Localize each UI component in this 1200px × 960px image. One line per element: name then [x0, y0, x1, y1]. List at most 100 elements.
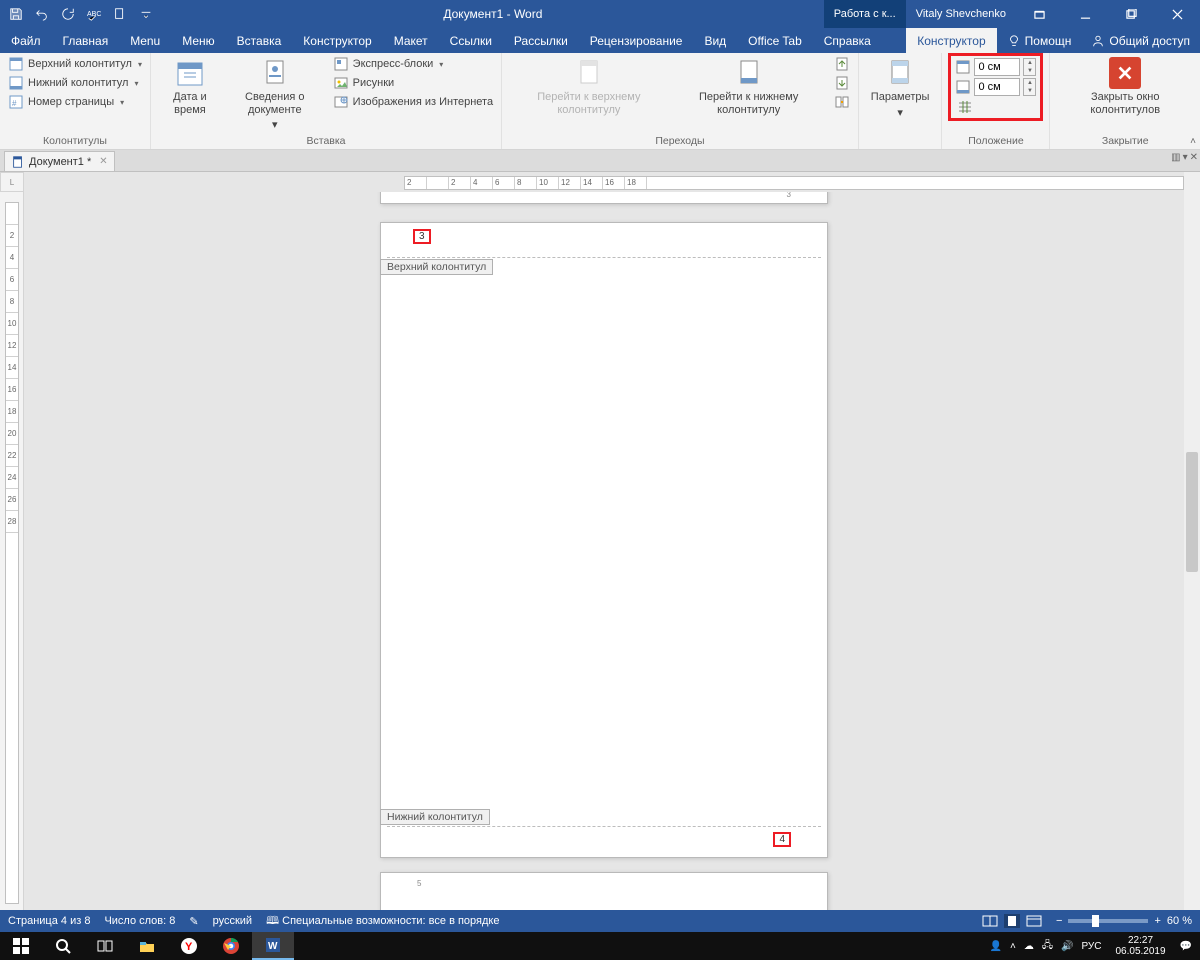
group-insert: Дата и время Сведения о документе▾ Экспр…	[151, 53, 502, 149]
horizontal-ruler[interactable]: L 224681012141618	[0, 172, 1184, 192]
spelling-icon[interactable]: ABC	[84, 4, 104, 24]
status-language[interactable]: русский	[213, 915, 252, 927]
status-page[interactable]: Страница 4 из 8	[8, 915, 90, 927]
tab-mailings[interactable]: Рассылки	[503, 28, 579, 53]
tell-me-label: Помощн	[1025, 34, 1072, 48]
vertical-scrollbar[interactable]	[1184, 172, 1200, 914]
editor-area: L 224681012141618 2468101214161820222426…	[0, 172, 1200, 914]
tab-insert[interactable]: Вставка	[226, 28, 293, 53]
tab-office[interactable]: Office Tab	[737, 28, 813, 53]
pictures-button[interactable]: Рисунки	[331, 74, 495, 92]
tray-clock[interactable]: 22:2706.05.2019	[1109, 935, 1171, 957]
ribbon-display-icon[interactable]	[1016, 0, 1062, 28]
user-name[interactable]: Vitaly Shevchenko	[906, 8, 1016, 20]
ribbon: Верхний колонтитул▾ Нижний колонтитул▾ #…	[0, 53, 1200, 150]
header-button[interactable]: Верхний колонтитул▾	[6, 55, 144, 73]
svg-text:Y: Y	[185, 941, 193, 953]
qat-more-icon[interactable]	[136, 4, 156, 24]
scrollbar-thumb[interactable]	[1186, 452, 1198, 572]
tab-view[interactable]: Вид	[693, 28, 737, 53]
footer-tag: Нижний колонтитул	[380, 809, 490, 825]
next-section-button[interactable]	[832, 74, 852, 92]
tab-design[interactable]: Конструктор	[292, 28, 382, 53]
tray-onedrive-icon[interactable]: ☁	[1024, 941, 1034, 952]
explorer-icon[interactable]	[126, 932, 168, 960]
prev-section-button[interactable]	[832, 55, 852, 73]
online-pictures-button[interactable]: Изображения из Интернета	[331, 93, 495, 111]
zoom-in-icon[interactable]: +	[1154, 915, 1160, 927]
page-next: 5	[380, 872, 828, 914]
page-canvas[interactable]: ……… 3 3 Верхний колонтитул Нижний колонт…	[24, 192, 1184, 914]
undo-icon[interactable]	[32, 4, 52, 24]
start-icon[interactable]	[0, 932, 42, 960]
go-to-header-button: Перейти к верхнему колонтитулу	[508, 55, 670, 133]
tab-file[interactable]: Файл	[0, 28, 52, 53]
footer-from-bottom[interactable]: ▲▼	[955, 78, 1036, 96]
header-from-top-input[interactable]	[974, 58, 1020, 76]
page-number-button[interactable]: #Номер страницы▾	[6, 93, 144, 111]
share-button[interactable]: Общий доступ	[1081, 28, 1200, 53]
tab-hf-design[interactable]: Конструктор	[906, 28, 996, 53]
proofing-icon[interactable]: ✎	[189, 915, 198, 928]
close-tab-icon[interactable]: ✕	[99, 156, 107, 167]
tray-network-icon[interactable]: 🖧	[1042, 938, 1053, 955]
tray-people-icon[interactable]: 👤	[990, 941, 1002, 952]
insert-align-tab-button[interactable]	[955, 98, 1036, 116]
quick-parts-button[interactable]: Экспресс-блоки▾	[331, 55, 495, 73]
tray-notifications-icon[interactable]: 💬	[1180, 941, 1192, 952]
view-buttons[interactable]	[982, 914, 1042, 928]
footer-button[interactable]: Нижний колонтитул▾	[6, 74, 144, 92]
status-words[interactable]: Число слов: 8	[104, 915, 175, 927]
options-button[interactable]: Параметры▾	[865, 55, 936, 133]
tell-me[interactable]: Помощн	[997, 28, 1082, 53]
tabs-dropdown-icon[interactable]: ▾	[1183, 152, 1188, 163]
tray-lang[interactable]: РУС	[1081, 941, 1101, 952]
maximize-icon[interactable]	[1108, 0, 1154, 28]
go-to-footer-button[interactable]: Перейти к нижнему колонтитулу	[670, 55, 828, 133]
header-from-top[interactable]: ▲▼	[955, 58, 1036, 76]
chrome-icon[interactable]	[210, 932, 252, 960]
tab-menu1[interactable]: Menu	[119, 28, 171, 53]
search-icon[interactable]	[42, 932, 84, 960]
tab-menu2[interactable]: Меню	[171, 28, 225, 53]
new-doc-icon[interactable]: ▥	[1171, 152, 1180, 163]
spinner-arrows[interactable]: ▲▼	[1023, 58, 1036, 76]
collapse-ribbon-icon[interactable]: ˄	[1190, 136, 1196, 147]
link-previous-button[interactable]	[832, 93, 852, 111]
vertical-ruler[interactable]: 246810121416182022242628	[0, 192, 24, 914]
zoom-slider[interactable]	[1068, 919, 1148, 923]
spinner-arrows[interactable]: ▲▼	[1023, 78, 1036, 96]
tab-home[interactable]: Главная	[52, 28, 120, 53]
zoom-control[interactable]: − + 60 %	[1056, 915, 1192, 927]
word-icon[interactable]: W	[252, 932, 294, 960]
titlebar: ABC Документ1 - Word Работа с к... Vital…	[0, 0, 1200, 28]
document-tabs: Документ1 * ✕ ▥ ▾ ✕	[0, 150, 1200, 172]
close-icon[interactable]	[1154, 0, 1200, 28]
tray-up-icon[interactable]: ˄	[1010, 941, 1016, 952]
tab-layout[interactable]: Макет	[383, 28, 439, 53]
contextual-tab-header[interactable]: Работа с к...	[824, 0, 906, 28]
tray-volume-icon[interactable]: 🔊	[1061, 941, 1073, 952]
print-layout-icon	[1004, 914, 1020, 928]
tab-references[interactable]: Ссылки	[439, 28, 503, 53]
task-view-icon[interactable]	[84, 932, 126, 960]
close-header-footer-button[interactable]: Закрыть окно колонтитулов	[1056, 55, 1194, 133]
zoom-out-icon[interactable]: −	[1056, 915, 1062, 927]
doc-info-button[interactable]: Сведения о документе▾	[223, 55, 327, 133]
footer-from-bottom-input[interactable]	[974, 78, 1020, 96]
new-icon[interactable]	[110, 4, 130, 24]
tab-review[interactable]: Рецензирование	[579, 28, 694, 53]
zoom-value[interactable]: 60 %	[1167, 915, 1192, 927]
redo-icon[interactable]	[58, 4, 78, 24]
save-icon[interactable]	[6, 4, 26, 24]
status-a11y[interactable]: 🕮 Специальные возможности: все в порядке	[266, 912, 499, 931]
tab-help[interactable]: Справка	[813, 28, 882, 53]
ruler-corner[interactable]: L	[0, 172, 24, 192]
tabs-close-icon[interactable]: ✕	[1190, 152, 1198, 163]
yandex-icon[interactable]: Y	[168, 932, 210, 960]
group-options: Параметры▾	[859, 53, 943, 149]
date-time-button[interactable]: Дата и время	[157, 55, 223, 133]
minimize-icon[interactable]	[1062, 0, 1108, 28]
page-current[interactable]: 3 Верхний колонтитул Нижний колонтитул 4	[380, 222, 828, 858]
document-tab[interactable]: Документ1 * ✕	[4, 151, 115, 171]
